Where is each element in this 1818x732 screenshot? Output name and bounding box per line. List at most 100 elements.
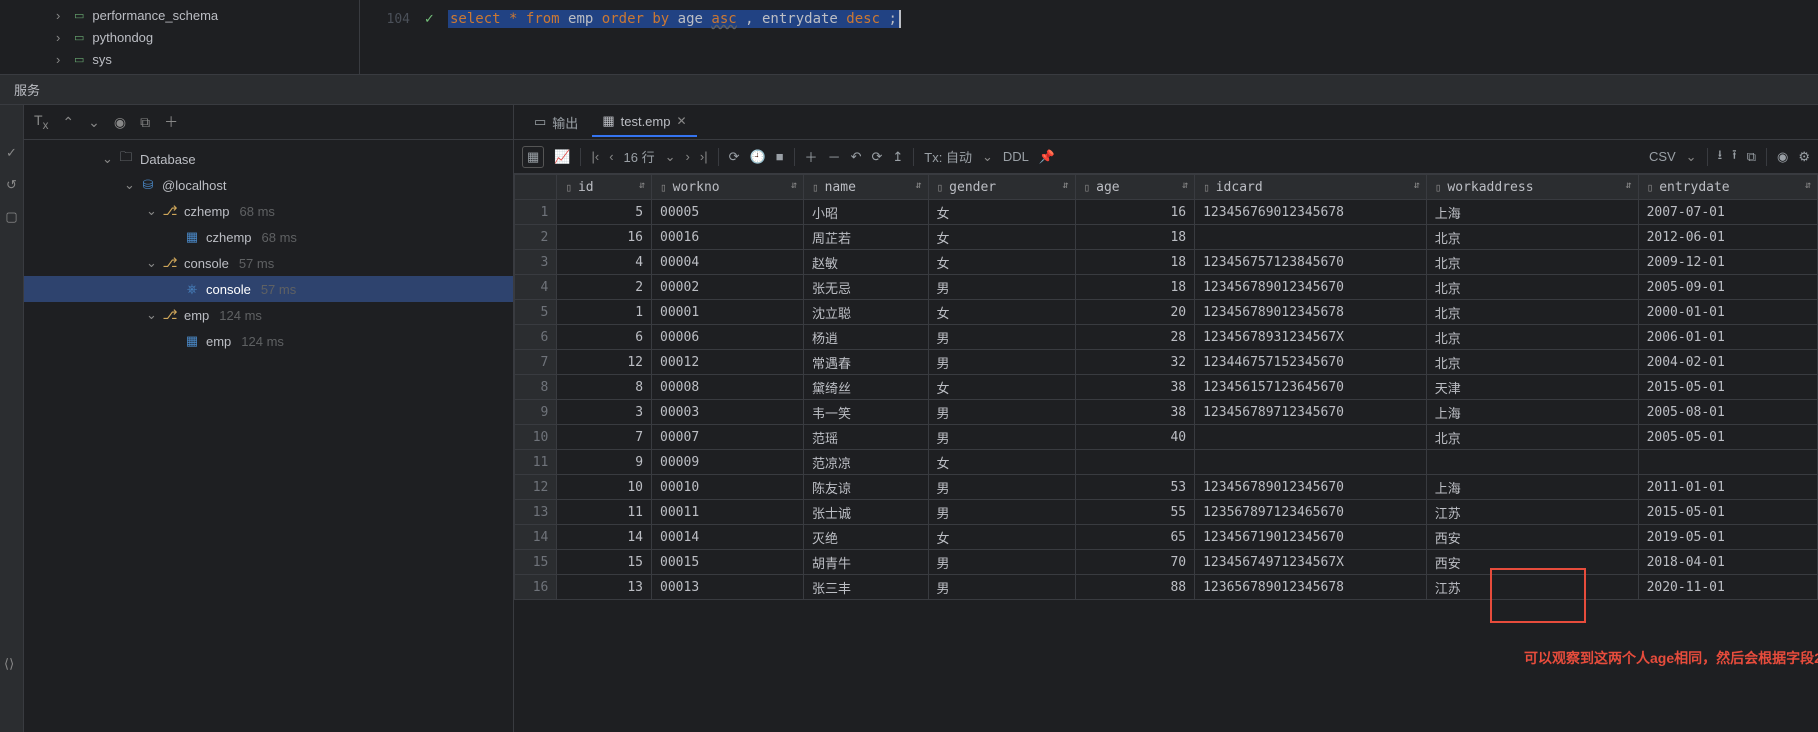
cell[interactable]: 123567897123465670 [1195, 500, 1427, 525]
cell[interactable]: 2015-05-01 [1638, 500, 1817, 525]
add-row-icon[interactable]: ＋ [805, 147, 818, 166]
cell[interactable]: 女 [928, 525, 1075, 550]
cell[interactable]: 2018-04-01 [1638, 550, 1817, 575]
cell[interactable] [1426, 450, 1638, 475]
cell[interactable]: 70 [1075, 550, 1195, 575]
tree-schema[interactable]: ⌄⎇console57 ms [24, 250, 513, 276]
tree-item[interactable]: ›▭performance_schema [0, 4, 359, 26]
table-row[interactable]: 11900009范凉凉女 [515, 450, 1818, 475]
cell[interactable]: 5 [557, 200, 652, 225]
remove-row-icon[interactable]: － [828, 147, 841, 166]
copy-icon[interactable]: ⧉ [1747, 149, 1756, 165]
cell[interactable]: 上海 [1426, 200, 1638, 225]
tab-output[interactable]: ▭输出 [524, 107, 588, 137]
cell[interactable]: 男 [928, 325, 1075, 350]
cell[interactable]: 2012-06-01 [1638, 225, 1817, 250]
cell[interactable]: 女 [928, 200, 1075, 225]
table-row[interactable]: 4200002张无忌男18123456789012345670北京2005-09… [515, 275, 1818, 300]
cell[interactable]: 00012 [652, 350, 804, 375]
cell[interactable]: 张士诚 [803, 500, 928, 525]
cell[interactable]: 00001 [652, 300, 804, 325]
table-row[interactable]: 1500005小昭女16123456769012345678上海2007-07-… [515, 200, 1818, 225]
tree-schema[interactable]: ⌄⎇czhemp68 ms [24, 198, 513, 224]
cell[interactable]: 6 [557, 325, 652, 350]
cell[interactable] [1195, 225, 1427, 250]
cell[interactable]: 11 [557, 500, 652, 525]
cell[interactable]: 00011 [652, 500, 804, 525]
cell[interactable]: 18 [1075, 225, 1195, 250]
cell[interactable]: 38 [1075, 400, 1195, 425]
table-row[interactable]: 71200012常遇春男32123446757152345670北京2004-0… [515, 350, 1818, 375]
cell[interactable]: 123456769012345678 [1195, 200, 1427, 225]
cell[interactable]: 2007-07-01 [1638, 200, 1817, 225]
tree-item[interactable]: ›▭pythondog [0, 26, 359, 48]
cell[interactable]: 赵敏 [803, 250, 928, 275]
col-header-workaddress[interactable]: ▯workaddress⇵ [1426, 175, 1638, 200]
cell[interactable]: 男 [928, 425, 1075, 450]
download-icon[interactable]: ⭳ [1718, 146, 1723, 168]
table-row[interactable]: 9300003韦一笑男38123456789712345670上海2005-08… [515, 400, 1818, 425]
cell[interactable]: 123456789712345670 [1195, 400, 1427, 425]
cell[interactable]: 2000-01-01 [1638, 300, 1817, 325]
cell[interactable] [1638, 450, 1817, 475]
cell[interactable]: 常遇春 [803, 350, 928, 375]
col-header-id[interactable]: ▯id⇵ [557, 175, 652, 200]
tree-console-selected[interactable]: ⎈console57 ms [24, 276, 513, 302]
tree-root[interactable]: ⌄🗀Database [24, 146, 513, 172]
cell[interactable]: 上海 [1426, 400, 1638, 425]
cell[interactable]: 00009 [652, 450, 804, 475]
view-table-icon[interactable]: ▦ [522, 146, 544, 168]
cell[interactable]: 2004-02-01 [1638, 350, 1817, 375]
cell[interactable]: 18 [1075, 275, 1195, 300]
last-page-icon[interactable]: ›| [700, 149, 708, 164]
cell[interactable]: 女 [928, 375, 1075, 400]
tree-host[interactable]: ⌄⛁@localhost [24, 172, 513, 198]
result-grid[interactable]: ▯id⇵ ▯workno⇵ ▯name⇵ ▯gender⇵ ▯age⇵ ▯idc… [514, 174, 1818, 600]
cell[interactable]: 男 [928, 350, 1075, 375]
cell[interactable]: 28 [1075, 325, 1195, 350]
cell[interactable]: 北京 [1426, 250, 1638, 275]
sql-code[interactable]: select * from emp order by age asc , ent… [448, 10, 901, 28]
table-row[interactable]: 21600016周芷若女18北京2012-06-01 [515, 225, 1818, 250]
col-header-name[interactable]: ▯name⇵ [803, 175, 928, 200]
cell[interactable]: 江苏 [1426, 500, 1638, 525]
table-row[interactable]: 151500015胡青牛男7012345674971234567X西安2018-… [515, 550, 1818, 575]
check-icon[interactable]: ✓ [6, 145, 17, 161]
cell[interactable]: 灭绝 [803, 525, 928, 550]
tree-item[interactable]: ›▭sys [0, 48, 359, 70]
cell[interactable]: 韦一笑 [803, 400, 928, 425]
cell[interactable]: 北京 [1426, 300, 1638, 325]
cell[interactable]: 7 [557, 425, 652, 450]
cell[interactable]: 北京 [1426, 275, 1638, 300]
cell[interactable]: 00010 [652, 475, 804, 500]
cell[interactable]: 男 [928, 550, 1075, 575]
cell[interactable]: 9 [557, 450, 652, 475]
cell[interactable]: 男 [928, 275, 1075, 300]
col-header-idcard[interactable]: ▯idcard⇵ [1195, 175, 1427, 200]
cell[interactable]: 北京 [1426, 425, 1638, 450]
table-row[interactable]: 3400004赵敏女18123456757123845670北京2009-12-… [515, 250, 1818, 275]
cell[interactable]: 黛绮丝 [803, 375, 928, 400]
cell[interactable]: 10 [557, 475, 652, 500]
cell[interactable]: 张三丰 [803, 575, 928, 600]
submit-icon[interactable]: ↥ [892, 149, 903, 165]
cell[interactable]: 女 [928, 450, 1075, 475]
tree-table[interactable]: ▦emp124 ms [24, 328, 513, 354]
cell[interactable]: 123446757152345670 [1195, 350, 1427, 375]
cell[interactable]: 2011-01-01 [1638, 475, 1817, 500]
cell[interactable]: 西安 [1426, 550, 1638, 575]
cell[interactable]: 53 [1075, 475, 1195, 500]
table-row[interactable]: 5100001沈立聪女20123456789012345678北京2000-01… [515, 300, 1818, 325]
first-page-icon[interactable]: |‹ [591, 149, 599, 164]
cell[interactable]: 00002 [652, 275, 804, 300]
table-row[interactable]: 131100011张士诚男55123567897123465670江苏2015-… [515, 500, 1818, 525]
pin-icon[interactable]: 📌 [1039, 149, 1055, 165]
cell[interactable]: 范瑶 [803, 425, 928, 450]
cell[interactable]: 14 [557, 525, 652, 550]
cell[interactable]: 00013 [652, 575, 804, 600]
commit-icon[interactable]: ⟳ [871, 149, 882, 165]
cell[interactable] [1075, 450, 1195, 475]
eye-icon[interactable]: ◉ [1777, 149, 1788, 165]
cell[interactable]: 张无忌 [803, 275, 928, 300]
table-row[interactable]: 10700007范瑶男40北京2005-05-01 [515, 425, 1818, 450]
